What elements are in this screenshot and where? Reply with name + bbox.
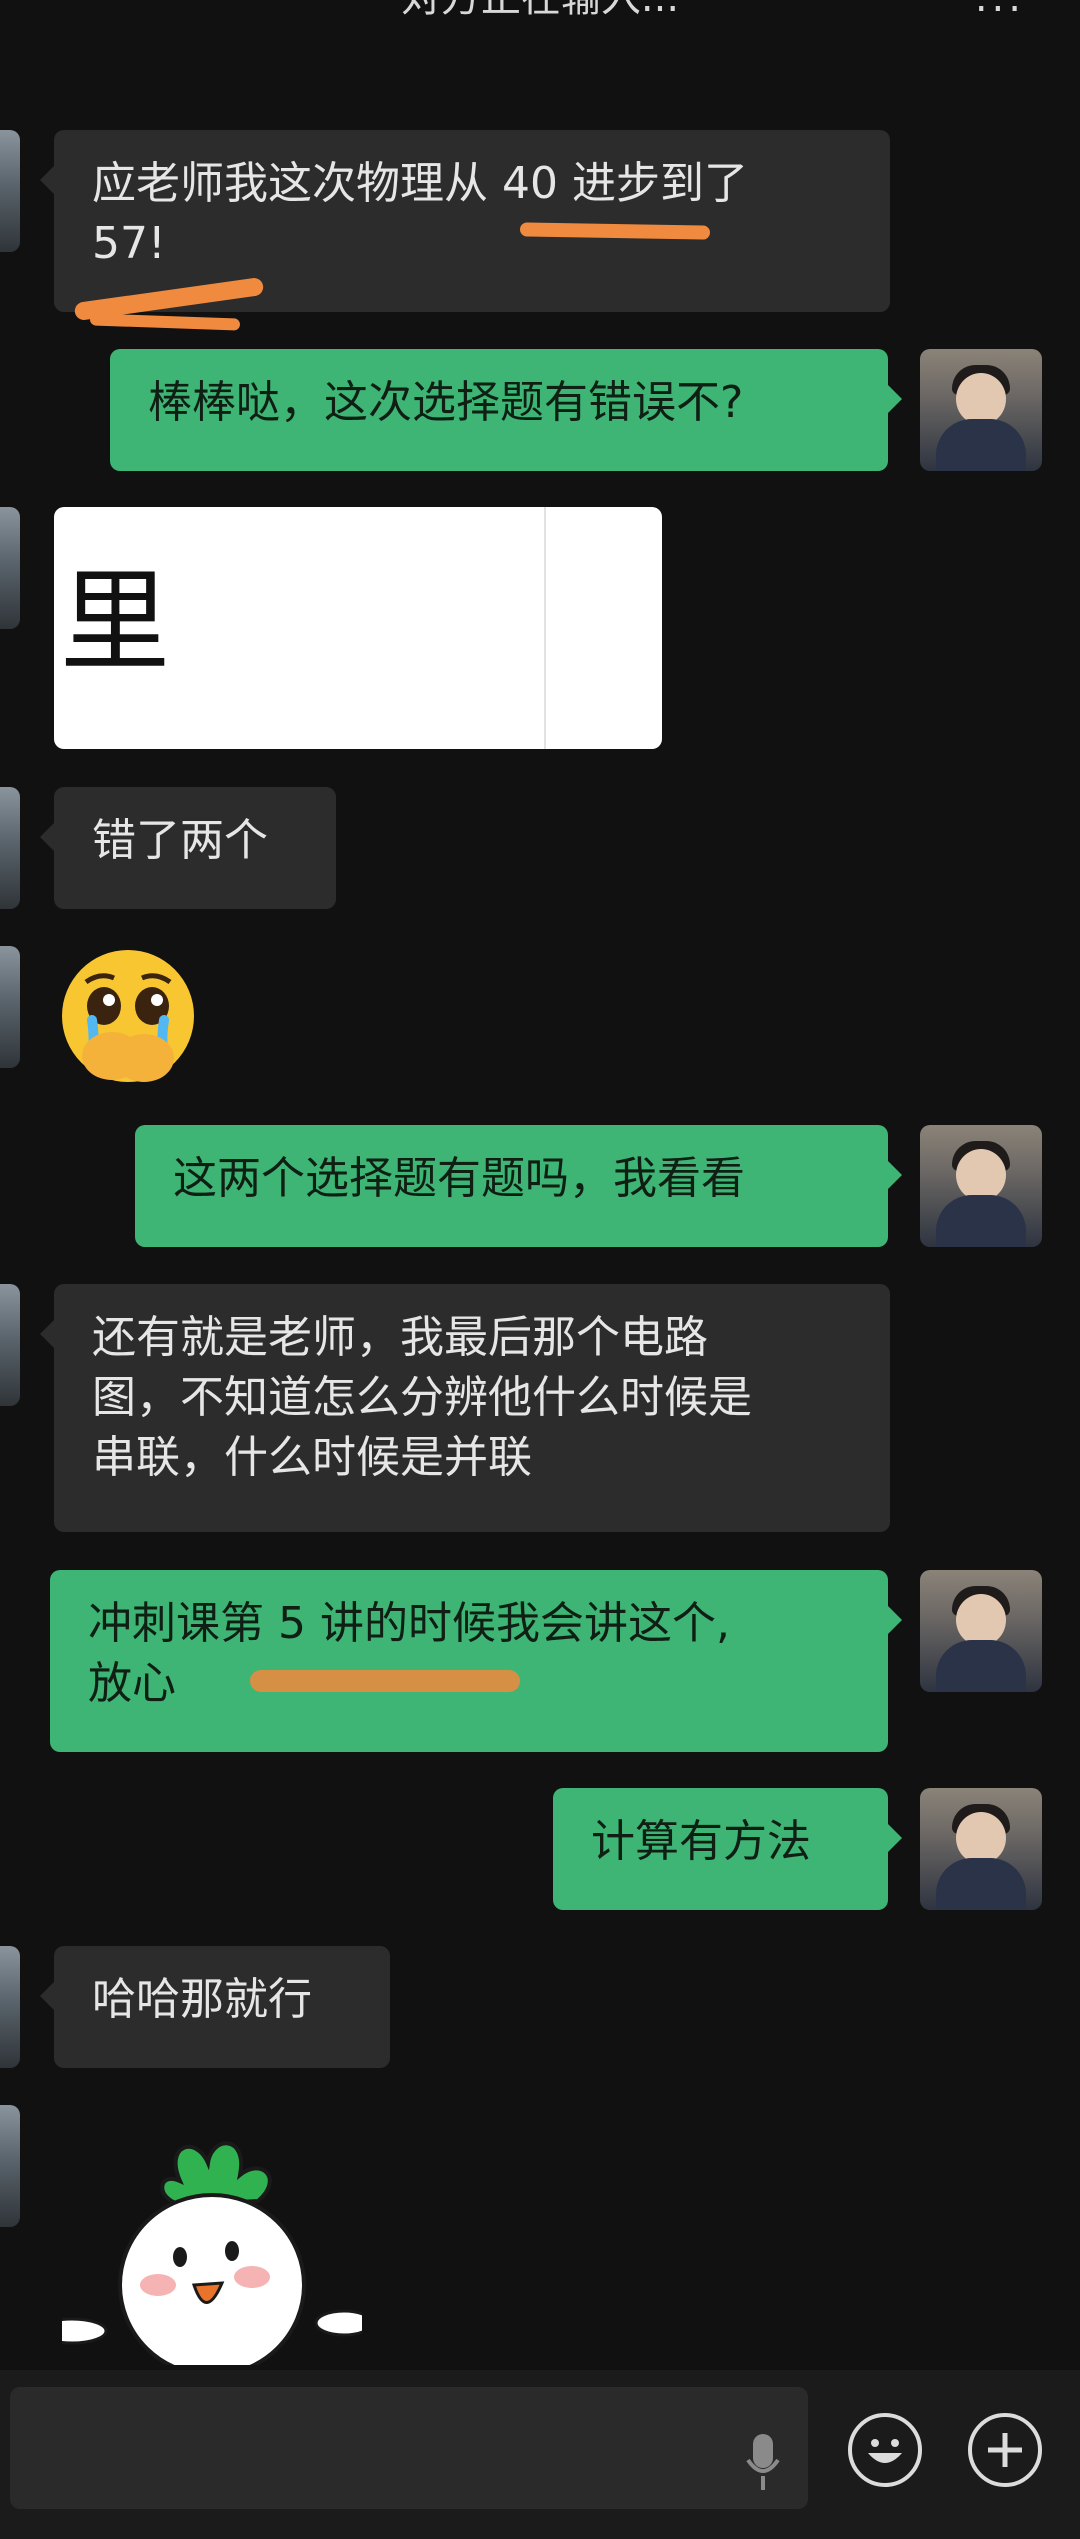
peer-avatar[interactable] bbox=[0, 1946, 20, 2068]
highlight-underline bbox=[250, 1670, 520, 1692]
my-avatar[interactable] bbox=[920, 1570, 1042, 1692]
emoji-icon bbox=[868, 2439, 902, 2463]
voice-mic-icon[interactable] bbox=[745, 2432, 781, 2492]
radish-sticker[interactable] bbox=[62, 2135, 362, 2365]
image-divider bbox=[544, 507, 546, 749]
message-text: 棒棒哒，这次选择题有错误不? bbox=[148, 377, 744, 428]
pleading-face-crying-emoji[interactable] bbox=[52, 946, 204, 1090]
input-bar bbox=[0, 2370, 1080, 2539]
emoji-button[interactable] bbox=[848, 2413, 922, 2487]
message-text: 这两个选择题有题吗，我看看 bbox=[173, 1153, 745, 1204]
message-text: 冲刺课第 5 讲的时候我会讲这个, 放心 bbox=[88, 1598, 730, 1709]
message-input[interactable] bbox=[10, 2387, 808, 2509]
message-text: 应老师我这次物理从 40 进步到了 57! bbox=[92, 158, 748, 269]
more-menu-button[interactable]: ... bbox=[975, 0, 1025, 18]
chat-header: 对方正在输入... ... bbox=[0, 0, 1080, 40]
highlight-underline bbox=[89, 313, 241, 331]
message-text: 计算有方法 bbox=[591, 1816, 811, 1867]
message-bubble-mine[interactable]: 棒棒哒，这次选择题有错误不? bbox=[110, 349, 902, 471]
message-text: 还有就是老师，我最后那个电路 图，不知道怎么分辨他什么时候是 串联，什么时候是并… bbox=[92, 1312, 752, 1483]
peer-avatar[interactable] bbox=[0, 2105, 20, 2227]
peer-avatar[interactable] bbox=[0, 1284, 20, 1406]
message-bubble-mine[interactable]: 冲刺课第 5 讲的时候我会讲这个, 放心 bbox=[50, 1570, 902, 1752]
message-text: 错了两个 bbox=[92, 815, 268, 866]
peer-avatar[interactable] bbox=[0, 130, 20, 252]
my-avatar[interactable] bbox=[920, 349, 1042, 471]
peer-avatar[interactable] bbox=[0, 787, 20, 909]
message-bubble-peer[interactable]: 应老师我这次物理从 40 进步到了 57! bbox=[40, 130, 890, 312]
message-text: 哈哈那就行 bbox=[92, 1974, 312, 2025]
message-bubble-peer[interactable]: 错了两个 bbox=[40, 787, 336, 909]
message-bubble-mine[interactable]: 计算有方法 bbox=[553, 1788, 902, 1910]
add-button[interactable] bbox=[968, 2413, 1042, 2487]
add-plus-icon bbox=[988, 2433, 1022, 2467]
image-text-fragment: 里 bbox=[60, 558, 170, 686]
peer-avatar[interactable] bbox=[0, 946, 20, 1068]
my-avatar[interactable] bbox=[920, 1788, 1042, 1910]
peer-avatar[interactable] bbox=[0, 507, 20, 629]
message-bubble-peer[interactable]: 还有就是老师，我最后那个电路 图，不知道怎么分辨他什么时候是 串联，什么时候是并… bbox=[40, 1284, 890, 1532]
image-message[interactable]: 里 bbox=[54, 507, 662, 749]
typing-status: 对方正在输入... bbox=[0, 0, 1080, 18]
my-avatar[interactable] bbox=[920, 1125, 1042, 1247]
message-bubble-peer[interactable]: 哈哈那就行 bbox=[40, 1946, 390, 2068]
message-bubble-mine[interactable]: 这两个选择题有题吗，我看看 bbox=[135, 1125, 902, 1247]
